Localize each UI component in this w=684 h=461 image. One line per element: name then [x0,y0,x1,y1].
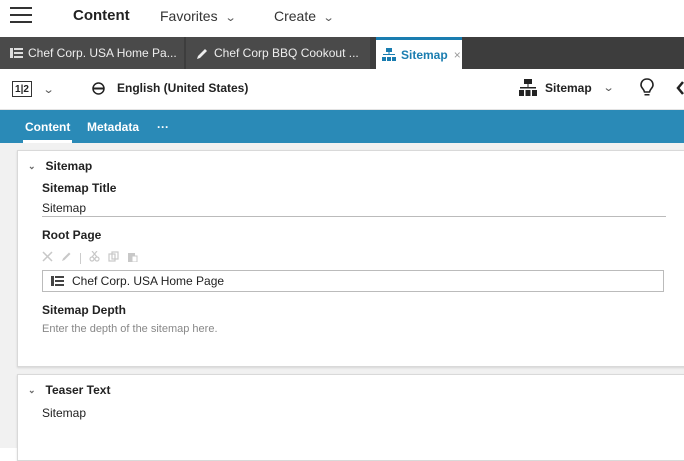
tab-label: Chef Corp BBQ Cookout ... [214,46,359,60]
top-navigation: Content Favorites ⌄ Create ⌄ [0,0,684,37]
sitemap-icon [382,48,396,61]
split-view-button[interactable]: 1|2 ⌄ [12,81,55,97]
remove-icon[interactable] [42,249,53,267]
page-icon [10,48,23,58]
pencil-icon[interactable] [61,249,72,267]
tab-chef-corp-usa-home-page[interactable]: Chef Corp. USA Home Pa... [0,37,184,69]
form-content-area: ⌄ Sitemap Sitemap Title Sitemap Root Pag… [0,143,684,461]
tab-label: Chef Corp. USA Home Pa... [28,46,177,60]
section-heading: Teaser Text [45,383,111,397]
lightbulb-icon [640,78,654,103]
teaser-text-field[interactable]: Sitemap [42,406,86,420]
page-icon [51,276,64,286]
document-type-label: Sitemap [545,80,592,95]
hamburger-menu-icon[interactable] [10,7,32,25]
root-page-label: Root Page [42,228,102,242]
cut-icon[interactable] [89,249,100,267]
lightbulb-button[interactable] [640,78,654,103]
sitemap-title-field[interactable]: Sitemap [42,201,86,215]
root-page-link[interactable]: Chef Corp. USA Home Page [42,270,664,292]
globe-icon [92,81,105,95]
tab-metadata[interactable]: Metadata [87,120,139,134]
pencil-icon [196,47,209,60]
split-view-icon: 1|2 [12,81,32,97]
create-menu[interactable]: Create ⌄ [274,8,335,24]
language-label: English (United States) [117,81,249,95]
section-toggle-sitemap[interactable]: ⌄ Sitemap [28,159,92,173]
chevron-down-icon: ⌄ [28,160,36,171]
tab-content[interactable]: Content [22,120,73,143]
link-actions [42,249,138,267]
sitemap-title-label: Sitemap Title [42,181,117,195]
tab-label: Sitemap [401,47,448,62]
copy-icon[interactable] [108,249,119,267]
document-tab-bar: Chef Corp. USA Home Pa... Chef Corp BBQ … [0,37,684,69]
chevron-down-icon: ⌄ [28,384,36,395]
chevron-down-icon: ⌄ [602,82,615,94]
document-toolbar: 1|2 ⌄ English (United States) Sitemap ⌄ [0,69,684,110]
paste-icon[interactable] [127,249,138,267]
tab-chef-corp-bbq-cookout[interactable]: Chef Corp BBQ Cookout ... [186,37,370,69]
toolbar-divider [80,252,81,264]
chevron-down-icon: ⌄ [42,83,55,96]
app-title: Content [73,7,130,24]
sitemap-depth-label: Sitemap Depth [42,303,127,317]
sitemap-depth-field[interactable]: Enter the depth of the sitemap here. [42,323,218,335]
favorites-label: Favorites [160,8,218,24]
chevron-down-icon: ⌄ [224,12,237,24]
chevron-down-icon: ⌄ [322,12,335,24]
tab-more[interactable]: ··· [157,120,169,134]
language-selector[interactable]: English (United States) [92,81,248,95]
root-page-value: Chef Corp. USA Home Page [72,274,225,288]
tab-sitemap[interactable]: Sitemap × [376,37,462,69]
field-underline [42,216,666,217]
collapse-panel-button[interactable] [676,81,684,100]
favorites-menu[interactable]: Favorites ⌄ [160,8,237,24]
sitemap-section: ⌄ Sitemap Sitemap Title Sitemap Root Pag… [17,150,684,367]
section-heading: Sitemap [45,159,93,173]
create-label: Create [274,8,317,24]
sitemap-icon [519,79,537,96]
chevron-left-icon [676,81,684,100]
document-type-selector[interactable]: Sitemap ⌄ [519,79,615,96]
close-tab-icon[interactable]: × [454,48,461,62]
form-tab-bar: Content Metadata ··· [0,110,684,143]
section-toggle-teaser[interactable]: ⌄ Teaser Text [28,383,110,397]
